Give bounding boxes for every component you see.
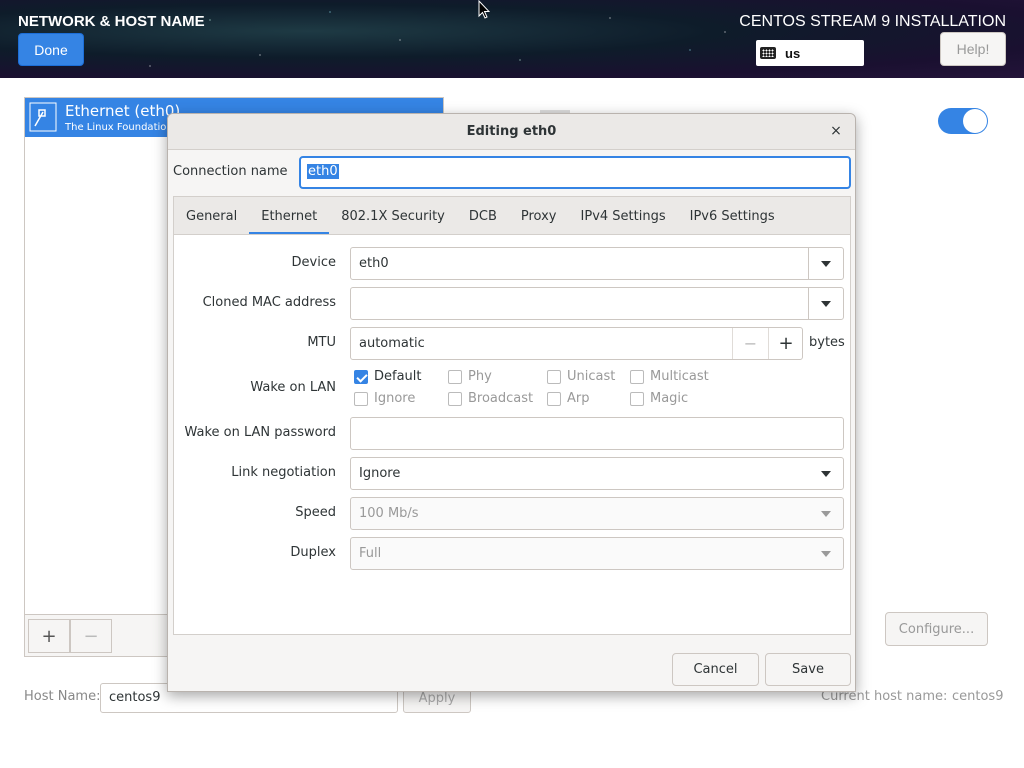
device-combo[interactable]: eth0 — [350, 247, 844, 280]
link-negotiation-value: Ignore — [359, 466, 401, 481]
connection-name-value: eth0 — [307, 164, 339, 179]
link-negotiation-select[interactable]: Ignore — [350, 457, 844, 490]
decrement-button[interactable]: − — [732, 328, 768, 359]
duplex-label: Duplex — [290, 545, 336, 560]
connection-name: Ethernet (eth0) — [65, 102, 181, 120]
remove-connection-button[interactable]: − — [70, 619, 112, 653]
installer-header: NETWORK & HOST NAME CENTOS STREAM 9 INST… — [0, 0, 1024, 78]
connection-name-input[interactable]: eth0 — [299, 156, 851, 189]
wol-phy-checkbox[interactable]: Phy — [448, 369, 492, 384]
chevron-down-icon[interactable] — [808, 288, 843, 319]
chevron-down-icon[interactable] — [808, 248, 843, 279]
dialog-title: Editing eth0 — [466, 124, 557, 139]
configure-button[interactable]: Configure... — [885, 612, 988, 646]
mtu-unit: bytes — [809, 335, 845, 350]
device-value: eth0 — [359, 256, 389, 271]
add-connection-button[interactable]: + — [28, 619, 70, 653]
tab-general[interactable]: General — [174, 197, 249, 235]
wake-on-lan-label: Wake on LAN — [250, 380, 336, 395]
wol-broadcast-checkbox[interactable]: Broadcast — [448, 391, 533, 406]
wol-password-label: Wake on LAN password — [184, 425, 336, 440]
keyboard-layout-label: us — [785, 45, 801, 61]
mtu-label: MTU — [307, 335, 336, 350]
wol-magic-checkbox[interactable]: Magic — [630, 391, 688, 406]
connection-toggle[interactable] — [938, 108, 988, 134]
wol-multicast-checkbox[interactable]: Multicast — [630, 369, 709, 384]
connection-name-label: Connection name — [173, 164, 288, 179]
cancel-button[interactable]: Cancel — [672, 653, 759, 686]
settings-tabs: General Ethernet 802.1X Security DCB Pro… — [173, 196, 851, 235]
speed-label: Speed — [295, 505, 336, 520]
host-name-label: Host Name: — [24, 689, 101, 704]
chevron-down-icon — [808, 538, 843, 569]
increment-button[interactable]: + — [768, 328, 803, 359]
done-button[interactable]: Done — [18, 33, 84, 66]
duplex-select: Full — [350, 537, 844, 570]
tab-ipv6-settings[interactable]: IPv6 Settings — [678, 197, 787, 235]
wol-arp-checkbox[interactable]: Arp — [547, 391, 590, 406]
chevron-down-icon — [808, 498, 843, 529]
keyboard-layout-indicator[interactable]: us — [756, 40, 864, 66]
tab-8021x-security[interactable]: 802.1X Security — [329, 197, 457, 235]
speed-select: 100 Mb/s — [350, 497, 844, 530]
close-icon[interactable]: × — [827, 122, 845, 140]
wol-password-input[interactable] — [350, 417, 844, 450]
chevron-down-icon — [808, 458, 843, 489]
tab-ipv4-settings[interactable]: IPv4 Settings — [569, 197, 678, 235]
page-title: NETWORK & HOST NAME — [18, 13, 205, 30]
ethernet-icon — [29, 102, 57, 132]
list-buttons: + − — [28, 619, 112, 653]
help-button[interactable]: Help! — [940, 32, 1006, 66]
tab-ethernet[interactable]: Ethernet — [249, 197, 330, 235]
tab-dcb[interactable]: DCB — [457, 197, 509, 235]
mtu-stepper[interactable]: automatic − + — [350, 327, 803, 360]
editing-connection-dialog: Editing eth0 × Connection name eth0 Gene… — [167, 113, 856, 692]
current-host-name-value: centos9 — [952, 689, 1004, 704]
speed-value: 100 Mb/s — [359, 506, 419, 521]
mouse-pointer-icon — [478, 0, 490, 19]
wol-default-checkbox[interactable]: Default — [354, 369, 422, 384]
duplex-value: Full — [359, 546, 382, 561]
mtu-value: automatic — [359, 336, 425, 351]
header-background — [0, 0, 1024, 78]
keyboard-icon — [760, 47, 776, 59]
wol-unicast-checkbox[interactable]: Unicast — [547, 369, 615, 384]
link-negotiation-label: Link negotiation — [231, 465, 336, 480]
dialog-titlebar[interactable]: Editing eth0 × — [168, 114, 855, 150]
toggle-knob — [963, 109, 987, 133]
connection-vendor: The Linux Foundation — [65, 122, 173, 133]
save-button[interactable]: Save — [765, 653, 851, 686]
product-title: CENTOS STREAM 9 INSTALLATION — [739, 13, 1006, 30]
cloned-mac-combo[interactable] — [350, 287, 844, 320]
device-label: Device — [291, 255, 336, 270]
wol-ignore-checkbox[interactable]: Ignore — [354, 391, 415, 406]
ethernet-tab-panel: Device eth0 Cloned MAC address MTU autom… — [173, 234, 851, 635]
tab-proxy[interactable]: Proxy — [509, 197, 569, 235]
cloned-mac-label: Cloned MAC address — [202, 295, 336, 310]
